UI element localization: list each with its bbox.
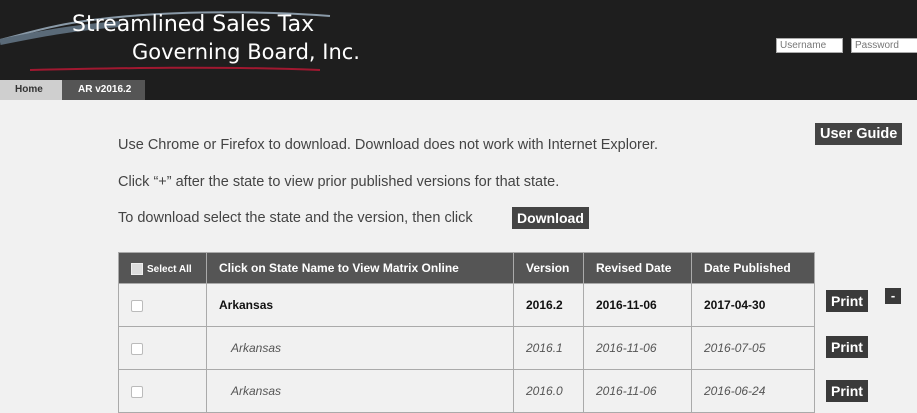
site-header: Streamlined Sales Tax Governing Board, I… (0, 0, 917, 80)
published-cell: 2017-04-30 (691, 283, 815, 327)
revised-cell: 2016-11-06 (583, 283, 692, 327)
username-input[interactable]: Username (776, 38, 843, 53)
published-cell: 2016-07-05 (691, 326, 815, 370)
state-link[interactable]: Arkansas (206, 369, 514, 413)
tab-ar-version[interactable]: AR v2016.2 (62, 80, 145, 100)
revised-cell: 2016-11-06 (583, 326, 692, 370)
user-guide-button[interactable]: User Guide (815, 123, 903, 145)
row-checkbox[interactable] (131, 342, 143, 355)
select-all-label: Select All (147, 264, 192, 275)
row-checkbox-cell (118, 283, 207, 327)
password-input[interactable]: Password (851, 38, 917, 53)
tab-home[interactable]: Home (0, 80, 62, 100)
table-row: Arkansas 2016.2 2016-11-06 2017-04-30 (118, 283, 815, 327)
published-cell: 2016-06-24 (691, 369, 815, 413)
print-button[interactable]: Print (826, 336, 868, 358)
state-header: Click on State Name to View Matrix Onlin… (206, 252, 514, 284)
select-all-checkbox[interactable] (131, 262, 143, 275)
version-cell: 2016.1 (513, 326, 584, 370)
state-link[interactable]: Arkansas (206, 283, 514, 327)
logo-text-line1: Streamlined Sales Tax (72, 12, 315, 37)
version-cell: 2016.2 (513, 283, 584, 327)
select-all-header[interactable]: Select All (118, 252, 207, 284)
download-button[interactable]: Download (512, 207, 589, 229)
print-button[interactable]: Print (826, 380, 868, 402)
table-header-row: Select All Click on State Name to View M… (118, 252, 815, 284)
print-button[interactable]: Print (826, 290, 868, 312)
instruction-browser: Use Chrome or Firefox to download. Downl… (118, 137, 658, 153)
state-link[interactable]: Arkansas (206, 326, 514, 370)
table-row: Arkansas 2016.1 2016-11-06 2016-07-05 (118, 326, 815, 370)
instruction-download: To download select the state and the ver… (118, 210, 473, 226)
revised-header: Revised Date (583, 252, 692, 284)
version-cell: 2016.0 (513, 369, 584, 413)
logo-text-line2: Governing Board, Inc. (132, 40, 360, 64)
instruction-plus: Click “+” after the state to view prior … (118, 174, 560, 190)
published-header: Date Published (691, 252, 815, 284)
row-checkbox[interactable] (131, 299, 143, 312)
table-row: Arkansas 2016.0 2016-11-06 2016-06-24 (118, 369, 815, 413)
row-checkbox-cell (118, 369, 207, 413)
row-checkbox[interactable] (131, 385, 143, 398)
version-header: Version (513, 252, 584, 284)
row-checkbox-cell (118, 326, 207, 370)
collapse-button[interactable]: - (885, 288, 901, 304)
revised-cell: 2016-11-06 (583, 369, 692, 413)
versions-table: Select All Click on State Name to View M… (118, 252, 815, 413)
